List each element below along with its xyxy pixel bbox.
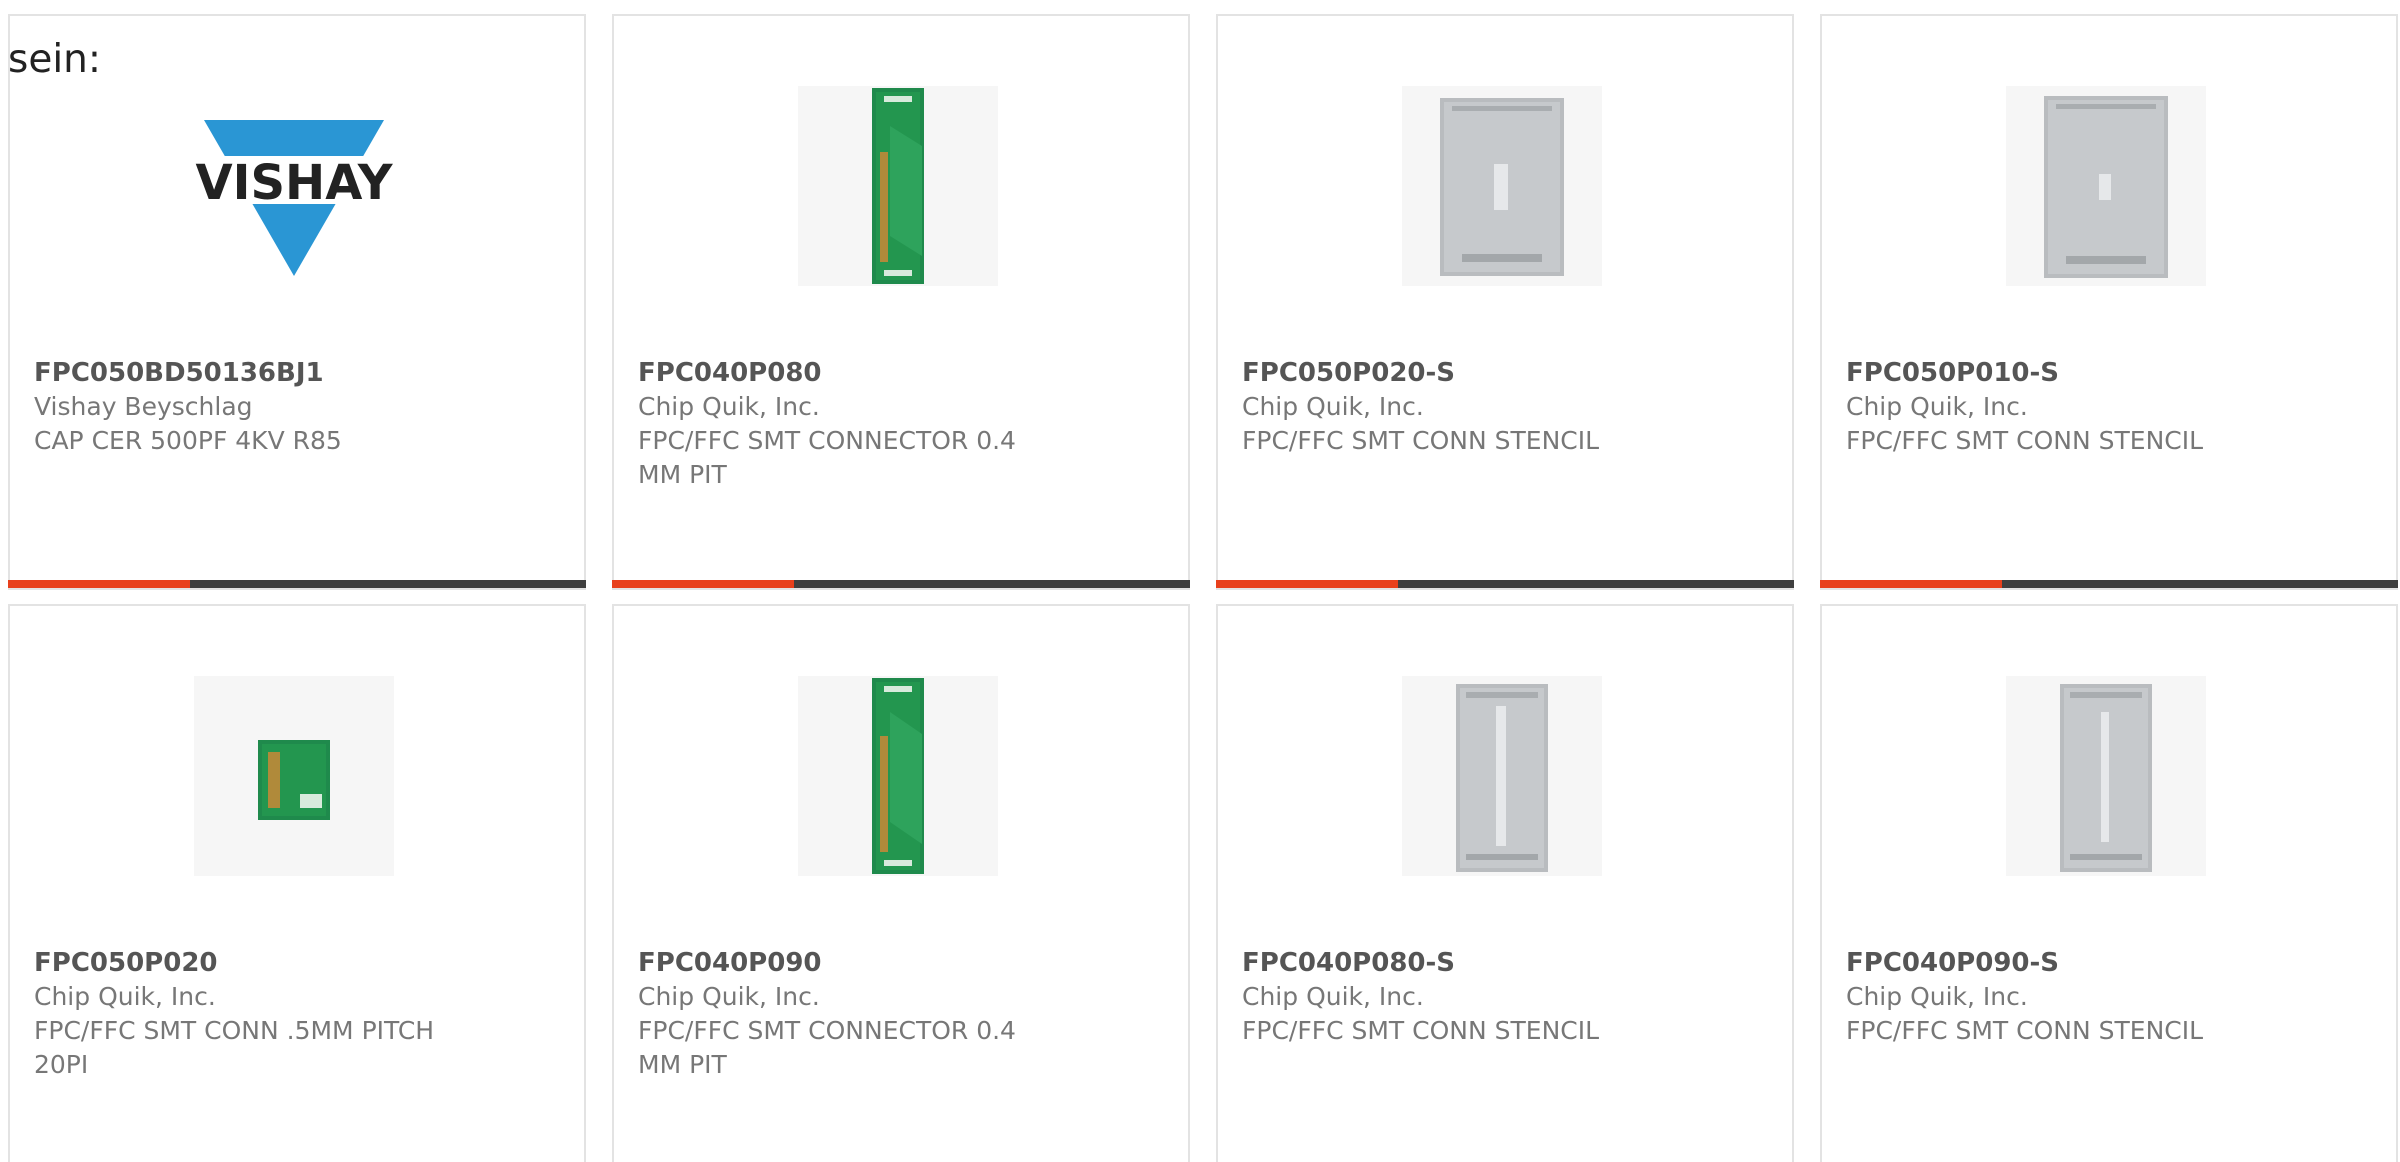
manufacturer: Chip Quik, Inc. bbox=[638, 392, 820, 421]
product-info: FPC050BD50136BJ1 Vishay Beyschlag CAP CE… bbox=[34, 356, 484, 458]
part-number[interactable]: FPC050P020 bbox=[34, 946, 484, 980]
manufacturer: Chip Quik, Inc. bbox=[1846, 392, 2028, 421]
product-image[interactable] bbox=[798, 676, 998, 876]
stencil-icon bbox=[2044, 96, 2168, 278]
product-info: FPC050P010-S Chip Quik, Inc. FPC/FFC SMT… bbox=[1846, 356, 2296, 458]
description: FPC/FFC SMT CONN STENCIL bbox=[1242, 426, 1600, 455]
product-card[interactable]: FPC050P020-S Chip Quik, Inc. FPC/FFC SMT… bbox=[1216, 14, 1794, 590]
product-image[interactable] bbox=[1402, 676, 1602, 876]
description: CAP CER 500PF 4KV R85 bbox=[34, 426, 342, 455]
product-grid: VISHAY FPC050BD50136BJ1 Vishay Beyschlag… bbox=[8, 14, 2400, 1162]
product-image[interactable] bbox=[2006, 676, 2206, 876]
pcb-adapter-icon bbox=[258, 740, 330, 820]
product-card[interactable]: FPC040P090-S Chip Quik, Inc. FPC/FFC SMT… bbox=[1820, 604, 2398, 1162]
product-image[interactable] bbox=[2006, 86, 2206, 286]
part-number[interactable]: FPC040P090 bbox=[638, 946, 1088, 980]
card-progress-bar bbox=[612, 580, 1190, 588]
manufacturer: Chip Quik, Inc. bbox=[1846, 982, 2028, 1011]
card-progress-accent bbox=[612, 580, 794, 588]
product-card[interactable]: FPC040P080-S Chip Quik, Inc. FPC/FFC SMT… bbox=[1216, 604, 1794, 1162]
part-number[interactable]: FPC040P090-S bbox=[1846, 946, 2296, 980]
stencil-icon bbox=[1456, 684, 1548, 872]
card-progress-accent bbox=[1820, 580, 2002, 588]
product-card[interactable]: VISHAY FPC050BD50136BJ1 Vishay Beyschlag… bbox=[8, 14, 586, 590]
product-image[interactable] bbox=[194, 676, 394, 876]
manufacturer: Vishay Beyschlag bbox=[34, 392, 253, 421]
manufacturer: Chip Quik, Inc. bbox=[638, 982, 820, 1011]
description: FPC/FFC SMT CONN STENCIL bbox=[1846, 1016, 2204, 1045]
stencil-icon bbox=[1440, 98, 1564, 276]
product-card[interactable]: FPC050P020 Chip Quik, Inc. FPC/FFC SMT C… bbox=[8, 604, 586, 1162]
description: FPC/FFC SMT CONN STENCIL bbox=[1846, 426, 2204, 455]
part-number[interactable]: FPC040P080 bbox=[638, 356, 1088, 390]
description: FPC/FFC SMT CONN STENCIL bbox=[1242, 1016, 1600, 1045]
stencil-icon bbox=[2060, 684, 2152, 872]
product-card[interactable]: FPC050P010-S Chip Quik, Inc. FPC/FFC SMT… bbox=[1820, 14, 2398, 590]
part-number[interactable]: FPC050BD50136BJ1 bbox=[34, 356, 484, 390]
part-number[interactable]: FPC040P080-S bbox=[1242, 946, 1692, 980]
card-progress-bar bbox=[8, 580, 586, 588]
product-info: FPC040P080-S Chip Quik, Inc. FPC/FFC SMT… bbox=[1242, 946, 1692, 1048]
card-progress-bar bbox=[1820, 580, 2398, 588]
description: FPC/FFC SMT CONN .5MM PITCH 20PI bbox=[34, 1016, 435, 1079]
pcb-adapter-icon bbox=[872, 88, 924, 284]
product-info: FPC050P020 Chip Quik, Inc. FPC/FFC SMT C… bbox=[34, 946, 484, 1082]
product-image[interactable]: VISHAY bbox=[194, 86, 394, 286]
pcb-adapter-icon bbox=[872, 678, 924, 874]
description: FPC/FFC SMT CONNECTOR 0.4 MM PIT bbox=[638, 426, 1016, 489]
part-number[interactable]: FPC050P010-S bbox=[1846, 356, 2296, 390]
card-progress-bar bbox=[1216, 580, 1794, 588]
product-info: FPC040P090 Chip Quik, Inc. FPC/FFC SMT C… bbox=[638, 946, 1088, 1082]
card-progress-accent bbox=[1216, 580, 1398, 588]
product-card[interactable]: FPC040P090 Chip Quik, Inc. FPC/FFC SMT C… bbox=[612, 604, 1190, 1162]
manufacturer: Chip Quik, Inc. bbox=[1242, 982, 1424, 1011]
vishay-logo-icon: VISHAY bbox=[195, 120, 394, 276]
product-info: FPC040P090-S Chip Quik, Inc. FPC/FFC SMT… bbox=[1846, 946, 2296, 1048]
product-info: FPC050P020-S Chip Quik, Inc. FPC/FFC SMT… bbox=[1242, 356, 1692, 458]
svg-text:VISHAY: VISHAY bbox=[195, 155, 393, 211]
product-image[interactable] bbox=[1402, 86, 1602, 286]
product-image[interactable] bbox=[798, 86, 998, 286]
description: FPC/FFC SMT CONNECTOR 0.4 MM PIT bbox=[638, 1016, 1016, 1079]
part-number[interactable]: FPC050P020-S bbox=[1242, 356, 1692, 390]
intro-text: sein: bbox=[8, 37, 102, 82]
manufacturer: Chip Quik, Inc. bbox=[34, 982, 216, 1011]
product-card[interactable]: FPC040P080 Chip Quik, Inc. FPC/FFC SMT C… bbox=[612, 14, 1190, 590]
manufacturer: Chip Quik, Inc. bbox=[1242, 392, 1424, 421]
product-info: FPC040P080 Chip Quik, Inc. FPC/FFC SMT C… bbox=[638, 356, 1088, 492]
card-progress-accent bbox=[8, 580, 190, 588]
